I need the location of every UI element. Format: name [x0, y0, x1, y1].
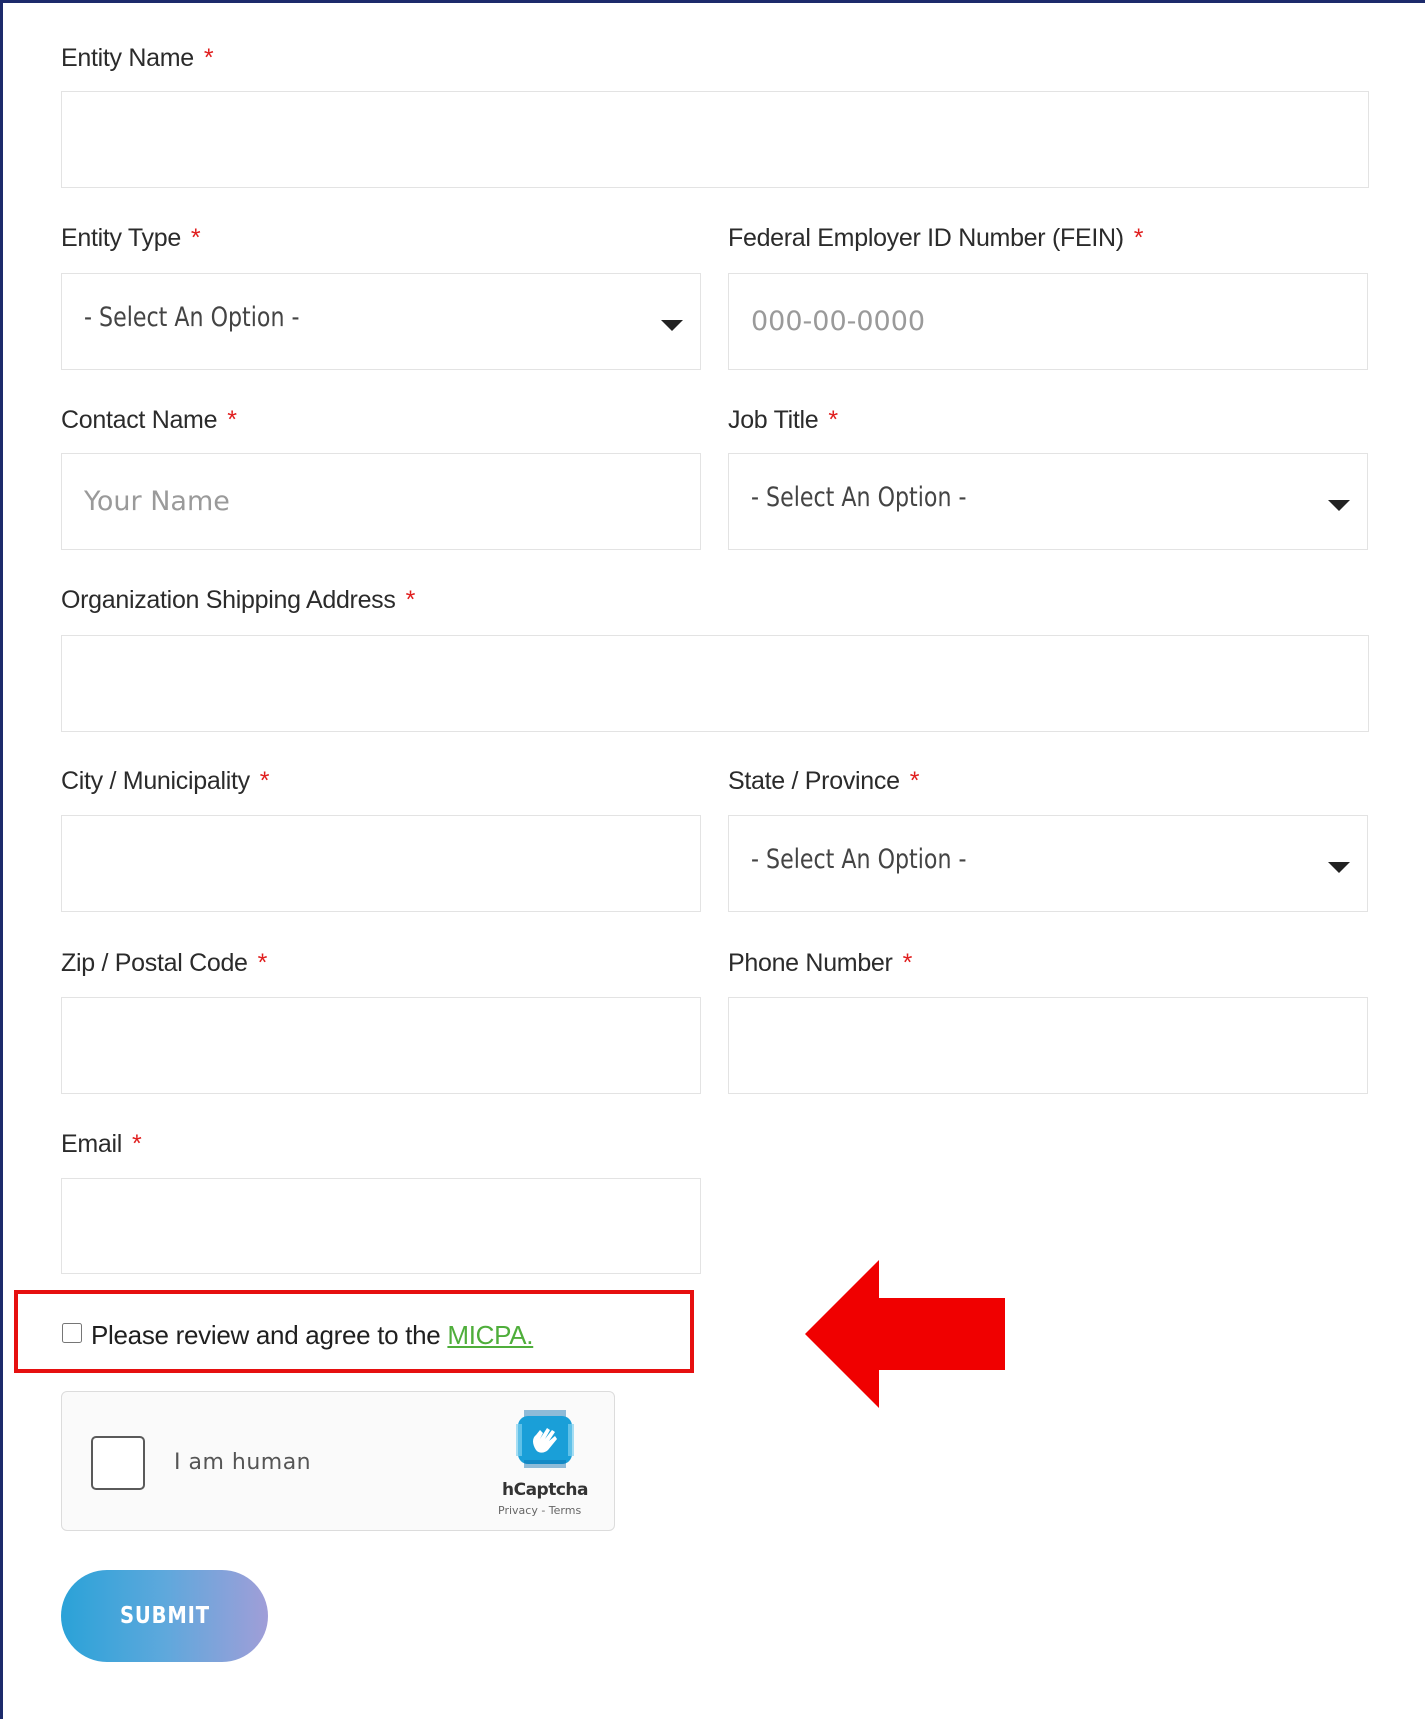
entity-type-select[interactable]: - Select An Option -: [61, 273, 701, 370]
submit-button-label: SUBMIT: [119, 1603, 210, 1629]
job-title-label-text: Job Title: [728, 406, 819, 434]
city-label: City / Municipality *: [61, 767, 270, 796]
zip-label-text: Zip / Postal Code: [61, 949, 248, 977]
required-mark: *: [902, 949, 913, 977]
zip-field-box: [61, 997, 701, 1094]
contact-name-field-box: [61, 453, 701, 550]
hcaptcha-widget: I am human hCaptcha Privacy - Terms: [61, 1391, 615, 1531]
city-field-box: [61, 815, 701, 912]
required-mark: *: [227, 406, 237, 434]
phone-label: Phone Number *: [728, 949, 912, 978]
contact-name-input[interactable]: [62, 454, 700, 549]
required-mark: *: [190, 224, 201, 252]
job-title-select[interactable]: - Select An Option -: [728, 453, 1368, 550]
email-field-box: [61, 1178, 701, 1274]
agree-checkbox[interactable]: [62, 1323, 82, 1343]
entity-type-label: Entity Type *: [61, 224, 201, 253]
required-mark: *: [1133, 224, 1144, 252]
hcaptcha-logo-icon: [516, 1410, 574, 1468]
state-selected-value: - Select An Option -: [751, 844, 967, 875]
contact-name-label: Contact Name *: [61, 406, 237, 435]
entity-name-field-box: [61, 91, 1369, 188]
shipping-address-field-box: [61, 635, 1369, 732]
shipping-address-label-text: Organization Shipping Address: [61, 586, 396, 614]
phone-label-text: Phone Number: [728, 949, 893, 977]
required-mark: *: [909, 767, 920, 795]
zip-label: Zip / Postal Code *: [61, 949, 267, 978]
fein-input[interactable]: [729, 274, 1367, 369]
caret-down-icon: [1328, 862, 1350, 873]
city-input[interactable]: [62, 816, 700, 911]
required-mark: *: [828, 406, 838, 434]
state-label: State / Province *: [728, 767, 919, 796]
entity-name-label: Entity Name *: [61, 44, 214, 73]
entity-name-input[interactable]: [62, 92, 1368, 187]
fein-field-box: [728, 273, 1368, 370]
fein-label: Federal Employer ID Number (FEIN) *: [728, 224, 1144, 253]
agree-text-content: Please review and agree to the: [91, 1320, 448, 1350]
submit-button[interactable]: SUBMIT: [61, 1570, 268, 1662]
micpa-link[interactable]: MICPA.: [447, 1320, 533, 1350]
fein-label-text: Federal Employer ID Number (FEIN): [728, 224, 1124, 252]
required-mark: *: [132, 1130, 142, 1158]
phone-input[interactable]: [729, 998, 1367, 1093]
zip-input[interactable]: [62, 998, 700, 1093]
captcha-brand: hCaptcha: [502, 1480, 589, 1500]
entity-type-selected-value: - Select An Option -: [84, 302, 300, 333]
required-mark: *: [257, 949, 268, 977]
shipping-address-input[interactable]: [62, 636, 1368, 731]
email-input[interactable]: [62, 1179, 700, 1273]
city-label-text: City / Municipality: [61, 767, 250, 795]
phone-field-box: [728, 997, 1368, 1094]
captcha-privacy-terms-link[interactable]: Privacy - Terms: [498, 1504, 581, 1517]
caret-down-icon: [1328, 500, 1350, 511]
job-title-selected-value: - Select An Option -: [751, 482, 967, 513]
required-mark: *: [203, 44, 214, 72]
required-mark: *: [405, 586, 416, 614]
caret-down-icon: [661, 320, 683, 331]
entity-type-label-text: Entity Type: [61, 224, 181, 252]
captcha-label: I am human: [174, 1450, 312, 1475]
job-title-label: Job Title *: [728, 406, 838, 435]
captcha-checkbox[interactable]: [91, 1436, 145, 1490]
required-mark: *: [259, 767, 270, 795]
agree-text: Please review and agree to the MICPA.: [91, 1320, 534, 1351]
shipping-address-label: Organization Shipping Address *: [61, 586, 415, 615]
entity-name-label-text: Entity Name: [61, 44, 194, 72]
contact-name-label-text: Contact Name: [61, 406, 218, 434]
email-label-text: Email: [61, 1130, 123, 1158]
state-select[interactable]: - Select An Option -: [728, 815, 1368, 912]
red-arrow-left-icon: [805, 1260, 1005, 1408]
email-label: Email *: [61, 1130, 142, 1159]
state-label-text: State / Province: [728, 767, 900, 795]
